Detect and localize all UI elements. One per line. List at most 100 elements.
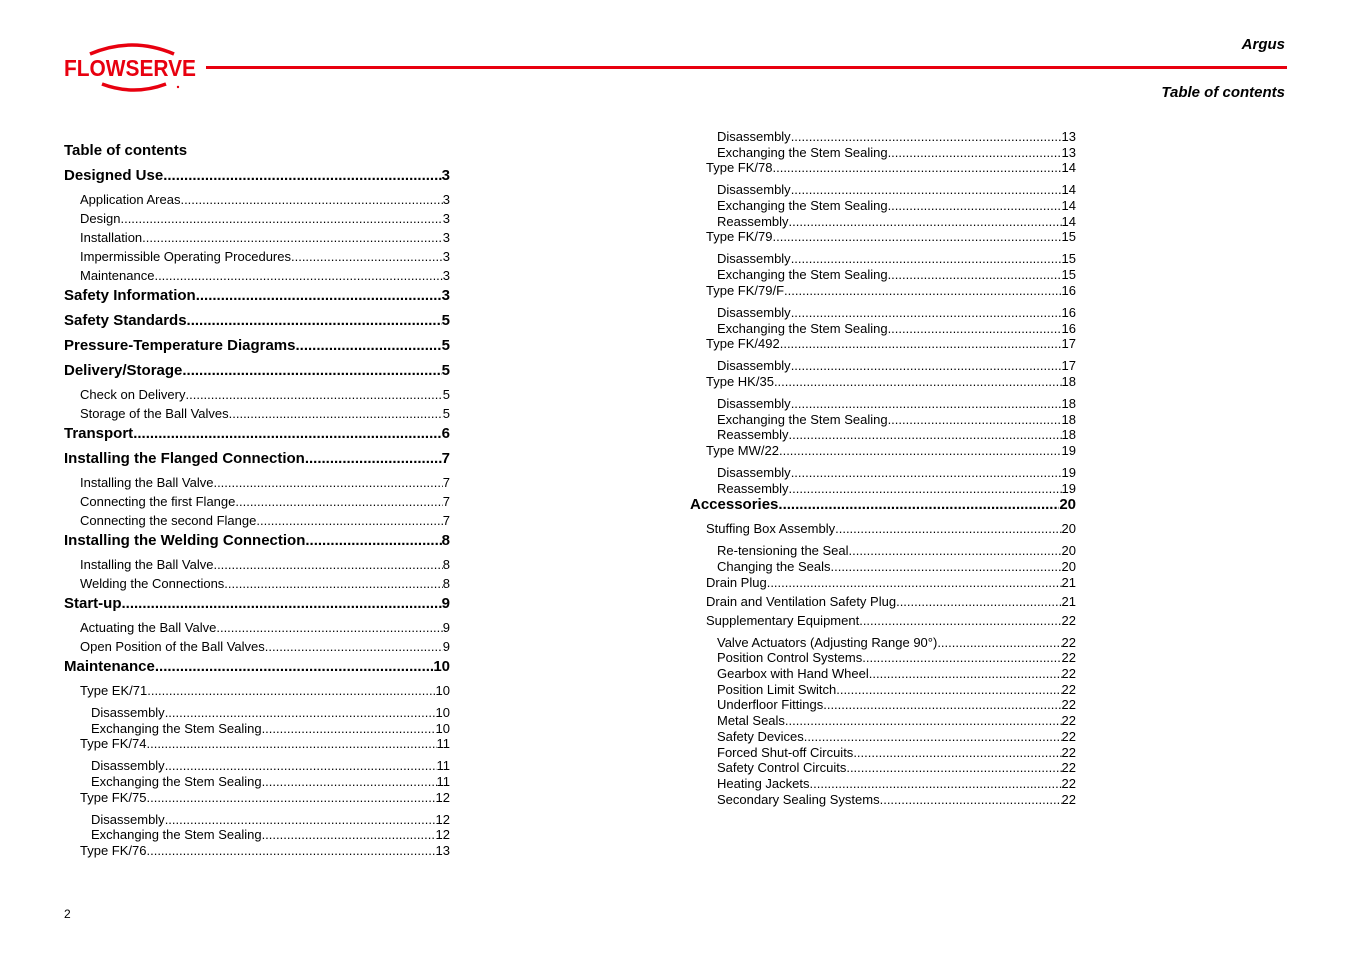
toc-entry-label: Valve Actuators (Adjusting Range 90°) <box>717 634 938 650</box>
toc-entry-level-2[interactable]: Impermissible Operating Procedures 3 <box>64 249 450 268</box>
toc-entry-level-1[interactable]: Start-up 9 <box>64 595 450 620</box>
dot-leader <box>262 721 436 736</box>
toc-entry-page: 22 <box>1061 634 1076 650</box>
toc-entry-level-2[interactable]: Type FK/492 17 <box>690 336 1076 355</box>
toc-entry-level-2[interactable]: Installing the Ball Valve 7 <box>64 475 450 494</box>
toc-entry-page: 13 <box>1061 129 1076 144</box>
toc-entry-level-3[interactable]: Re-tensioning the Seal 20 <box>690 543 1076 559</box>
toc-entry-level-2[interactable]: Maintenance 3 <box>64 268 450 287</box>
toc-entry-level-1[interactable]: Accessories 20 <box>690 496 1076 521</box>
toc-entry-level-3[interactable]: Disassembly 11 <box>64 758 450 774</box>
toc-entry-level-3[interactable]: Disassembly 19 <box>690 465 1076 481</box>
toc-entry-level-3[interactable]: Exchanging the Stem Sealing 18 <box>690 412 1076 428</box>
toc-entry-level-2[interactable]: Type FK/75 12 <box>64 790 450 809</box>
toc-entry-page: 5 <box>442 387 450 402</box>
toc-entry-level-3[interactable]: Valve Actuators (Adjusting Range 90°) 22 <box>690 635 1076 651</box>
dot-leader <box>880 792 1062 807</box>
toc-entry-level-2[interactable]: Actuating the Ball Valve 9 <box>64 620 450 639</box>
toc-entry-level-3[interactable]: Reassembly 18 <box>690 427 1076 443</box>
toc-entry-level-2[interactable]: Welding the Connections 8 <box>64 576 450 595</box>
toc-entry-level-3[interactable]: Position Control Systems 22 <box>690 650 1076 666</box>
toc-entry-level-3[interactable]: Exchanging the Stem Sealing 16 <box>690 321 1076 337</box>
toc-entry-level-3[interactable]: Changing the Seals 20 <box>690 559 1076 575</box>
toc-entry-label: Disassembly <box>717 464 791 480</box>
toc-entry-label: Safety Control Circuits <box>717 760 847 776</box>
toc-entry-level-2[interactable]: Application Areas 3 <box>64 192 450 211</box>
toc-entry-level-2[interactable]: Check on Delivery 5 <box>64 387 450 406</box>
toc-entry-level-3[interactable]: Disassembly 14 <box>690 182 1076 198</box>
toc-entry-level-3[interactable]: Metal Seals 22 <box>690 713 1076 729</box>
toc-entry-level-3[interactable]: Disassembly 10 <box>64 705 450 721</box>
toc-entry-level-3[interactable]: Gearbox with Hand Wheel 22 <box>690 666 1076 682</box>
toc-entry-level-2[interactable]: Type FK/76 13 <box>64 843 450 862</box>
toc-entry-page: 15 <box>1061 267 1076 283</box>
toc-entry-page: 7 <box>441 450 450 467</box>
toc-entry-level-2[interactable]: Type EK/71 10 <box>64 683 450 702</box>
dot-leader <box>784 283 1061 298</box>
toc-entry-level-1[interactable]: Safety Standards 5 <box>64 312 450 337</box>
toc-entry-level-2[interactable]: Open Position of the Ball Valves 9 <box>64 639 450 658</box>
dot-leader <box>836 682 1061 697</box>
toc-entry-level-2[interactable]: Type MW/22 19 <box>690 443 1076 462</box>
dot-leader <box>147 683 435 698</box>
toc-entry-level-2[interactable]: Drain Plug 21 <box>690 575 1076 594</box>
toc-entry-level-2[interactable]: Installation 3 <box>64 230 450 249</box>
toc-entry-level-3[interactable]: Safety Devices 22 <box>690 729 1076 745</box>
toc-entry-page: 22 <box>1061 697 1076 713</box>
toc-entry-level-2[interactable]: Supplementary Equipment 22 <box>690 613 1076 632</box>
toc-entry-level-3[interactable]: Disassembly 12 <box>64 812 450 828</box>
toc-entry-level-3[interactable]: Disassembly 16 <box>690 305 1076 321</box>
dot-leader <box>165 705 436 720</box>
toc-entry-level-3[interactable]: Reassembly 14 <box>690 214 1076 230</box>
toc-entry-label: Installation <box>80 230 143 245</box>
toc-entry-label: Position Control Systems <box>717 650 863 666</box>
toc-entry-level-3[interactable]: Safety Control Circuits 22 <box>690 760 1076 776</box>
toc-entry-level-3[interactable]: Exchanging the Stem Sealing 14 <box>690 198 1076 214</box>
toc-entry-level-2[interactable]: Drain and Ventilation Safety Plug 21 <box>690 594 1076 613</box>
toc-entry-label: Disassembly <box>717 129 791 144</box>
toc-entry-label: Welding the Connections <box>80 576 225 591</box>
toc-entry-level-3[interactable]: Disassembly 13 <box>690 129 1076 145</box>
toc-entry-level-2[interactable]: Stuffing Box Assembly 20 <box>690 521 1076 540</box>
toc-entry-label: Gearbox with Hand Wheel <box>717 666 869 682</box>
toc-entry-level-3[interactable]: Reassembly 19 <box>690 481 1076 497</box>
toc-entry-level-3[interactable]: Position Limit Switch 22 <box>690 682 1076 698</box>
toc-entry-level-2[interactable]: Type FK/78 14 <box>690 160 1076 179</box>
toc-entry-level-1[interactable]: Pressure-Temperature Diagrams 5 <box>64 337 450 362</box>
toc-entry-level-3[interactable]: Exchanging the Stem Sealing 15 <box>690 267 1076 283</box>
toc-entry-level-1[interactable]: Installing the Flanged Connection 7 <box>64 450 450 475</box>
toc-entry-level-3[interactable]: Disassembly 15 <box>690 251 1076 267</box>
toc-entry-level-1[interactable]: Safety Information 3 <box>64 287 450 312</box>
toc-entry-level-2[interactable]: Installing the Ball Valve 8 <box>64 557 450 576</box>
toc-entry-level-2[interactable]: Design 3 <box>64 211 450 230</box>
toc-entry-page: 3 <box>442 192 450 207</box>
toc-entry-level-3[interactable]: Exchanging the Stem Sealing 13 <box>690 145 1076 161</box>
toc-entry-level-3[interactable]: Exchanging the Stem Sealing 12 <box>64 827 450 843</box>
toc-entry-level-2[interactable]: Type HK/35 18 <box>690 374 1076 393</box>
toc-entry-level-2[interactable]: Connecting the first Flange 7 <box>64 494 450 513</box>
toc-entry-level-3[interactable]: Heating Jackets 22 <box>690 776 1076 792</box>
toc-entry-level-2[interactable]: Storage of the Ball Valves 5 <box>64 406 450 425</box>
toc-entry-level-3[interactable]: Exchanging the Stem Sealing 11 <box>64 774 450 790</box>
toc-entry-level-3[interactable]: Exchanging the Stem Sealing 10 <box>64 721 450 737</box>
toc-entry-level-3[interactable]: Disassembly 18 <box>690 396 1076 412</box>
toc-column-left: Table of contents Designed Use3Applicati… <box>64 142 450 862</box>
toc-entry-level-2[interactable]: Connecting the second Flange 7 <box>64 513 450 532</box>
toc-entry-label: Safety Standards <box>64 312 187 329</box>
toc-entry-page: 20 <box>1061 521 1076 537</box>
toc-entry-level-3[interactable]: Forced Shut-off Circuits 22 <box>690 745 1076 761</box>
toc-entry-level-2[interactable]: Type FK/79/F 16 <box>690 283 1076 302</box>
toc-entry-page: 19 <box>1061 464 1076 480</box>
toc-entry-level-1[interactable]: Installing the Welding Connection 8 <box>64 532 450 557</box>
toc-entry-level-2[interactable]: Type FK/79 15 <box>690 229 1076 248</box>
toc-entry-level-2[interactable]: Type FK/74 11 <box>64 736 450 755</box>
toc-entry-page: 21 <box>1061 574 1076 590</box>
toc-entry-label: Disassembly <box>91 705 165 720</box>
toc-entry-level-1[interactable]: Designed Use 3 <box>64 167 450 192</box>
toc-entry-level-1[interactable]: Maintenance 10 <box>64 658 450 683</box>
toc-entry-level-3[interactable]: Disassembly 17 <box>690 358 1076 374</box>
toc-entry-level-3[interactable]: Secondary Sealing Systems 22 <box>690 792 1076 808</box>
toc-entry-level-1[interactable]: Delivery/Storage 5 <box>64 362 450 387</box>
toc-entry-level-1[interactable]: Transport 6 <box>64 425 450 450</box>
toc-entry-level-3[interactable]: Underfloor Fittings 22 <box>690 697 1076 713</box>
